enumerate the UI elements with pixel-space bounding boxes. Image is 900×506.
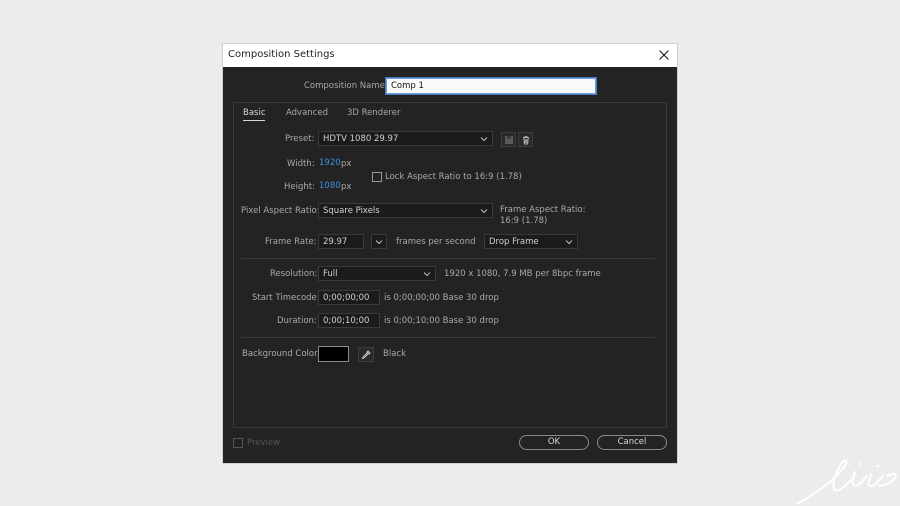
resolution-info: 1920 x 1080, 7.9 MB per 8bpc frame — [444, 269, 601, 279]
separator — [241, 337, 655, 338]
lock-aspect-checkbox[interactable] — [372, 172, 382, 182]
lock-aspect-label: Lock Aspect Ratio to 16:9 (1.78) — [385, 172, 522, 182]
start-timecode-label: Start Timecode: — [252, 293, 320, 303]
duration-value: 0;00;10;00 — [323, 316, 370, 326]
width-label: Width: — [287, 159, 315, 169]
background-color-name: Black — [383, 349, 406, 359]
save-preset-icon — [505, 136, 513, 144]
frame-rate-value: 29.97 — [323, 237, 348, 247]
active-tab-indicator — [243, 120, 265, 121]
tab-advanced[interactable]: Advanced — [286, 108, 328, 118]
start-timecode-info: is 0;00;00;00 Base 30 drop — [384, 293, 499, 303]
start-timecode-value: 0;00;00;00 — [323, 293, 370, 303]
comp-name-label: Composition Name: — [304, 81, 388, 91]
tab-basic[interactable]: Basic — [243, 108, 266, 118]
separator — [241, 258, 655, 259]
preset-value: HDTV 1080 29.97 — [323, 134, 399, 144]
drop-frame-value: Drop Frame — [489, 237, 539, 247]
frame-rate-dropdown[interactable] — [371, 234, 387, 249]
start-timecode-input[interactable]: 0;00;00;00 — [318, 290, 380, 305]
cancel-button[interactable]: Cancel — [597, 435, 667, 450]
preset-dropdown[interactable]: HDTV 1080 29.97 — [318, 131, 493, 146]
composition-settings-dialog: Composition Settings Composition Name: B… — [223, 44, 677, 463]
height-label: Height: — [284, 182, 315, 192]
frame-rate-unit: frames per second — [396, 237, 476, 247]
dialog-title: Composition Settings — [228, 49, 335, 60]
comp-name-input[interactable] — [386, 78, 596, 94]
frame-rate-label: Frame Rate: — [265, 237, 317, 247]
frame-aspect-ratio-value: 16:9 (1.78) — [500, 216, 548, 226]
chevron-down-icon — [375, 240, 383, 245]
eyedropper-icon — [361, 350, 371, 360]
pixel-aspect-ratio-dropdown[interactable]: Square Pixels — [318, 203, 493, 218]
ok-button[interactable]: OK — [519, 435, 589, 450]
chevron-down-icon — [565, 240, 573, 245]
duration-info: is 0;00;10;00 Base 30 drop — [384, 316, 499, 326]
eyedropper-button[interactable] — [358, 347, 374, 362]
duration-input[interactable]: 0;00;10;00 — [318, 313, 380, 328]
height-value[interactable]: 1080 — [319, 181, 341, 191]
resolution-dropdown[interactable]: Full — [318, 266, 436, 281]
chevron-down-icon — [480, 209, 488, 214]
drop-frame-dropdown[interactable]: Drop Frame — [484, 234, 578, 249]
width-value[interactable]: 1920 — [319, 158, 341, 168]
delete-preset-button[interactable] — [518, 132, 533, 147]
tab-3d-renderer[interactable]: 3D Renderer — [347, 108, 400, 118]
preview-checkbox[interactable] — [233, 438, 243, 448]
background-color-label: Background Color: — [242, 349, 321, 359]
title-bar: Composition Settings — [223, 44, 677, 67]
close-icon — [659, 50, 669, 60]
frame-aspect-ratio-label: Frame Aspect Ratio: — [500, 205, 586, 215]
trash-icon — [523, 136, 529, 145]
preview-label: Preview — [247, 438, 281, 448]
settings-panel — [233, 102, 667, 428]
chevron-down-icon — [423, 272, 431, 277]
pixel-aspect-ratio-label: Pixel Aspect Ratio: — [241, 206, 320, 216]
background-color-swatch[interactable] — [318, 346, 349, 362]
chevron-down-icon — [480, 137, 488, 142]
resolution-value: Full — [323, 269, 338, 279]
width-unit: px — [341, 159, 352, 169]
frame-rate-input[interactable]: 29.97 — [318, 234, 364, 249]
save-preset-button[interactable] — [501, 132, 516, 147]
pixel-aspect-ratio-value: Square Pixels — [323, 206, 380, 216]
height-unit: px — [341, 182, 352, 192]
signature-watermark — [796, 459, 897, 505]
preset-label: Preset: — [285, 134, 315, 144]
duration-label: Duration: — [277, 316, 317, 326]
resolution-label: Resolution: — [270, 269, 318, 279]
close-button[interactable] — [655, 46, 673, 64]
